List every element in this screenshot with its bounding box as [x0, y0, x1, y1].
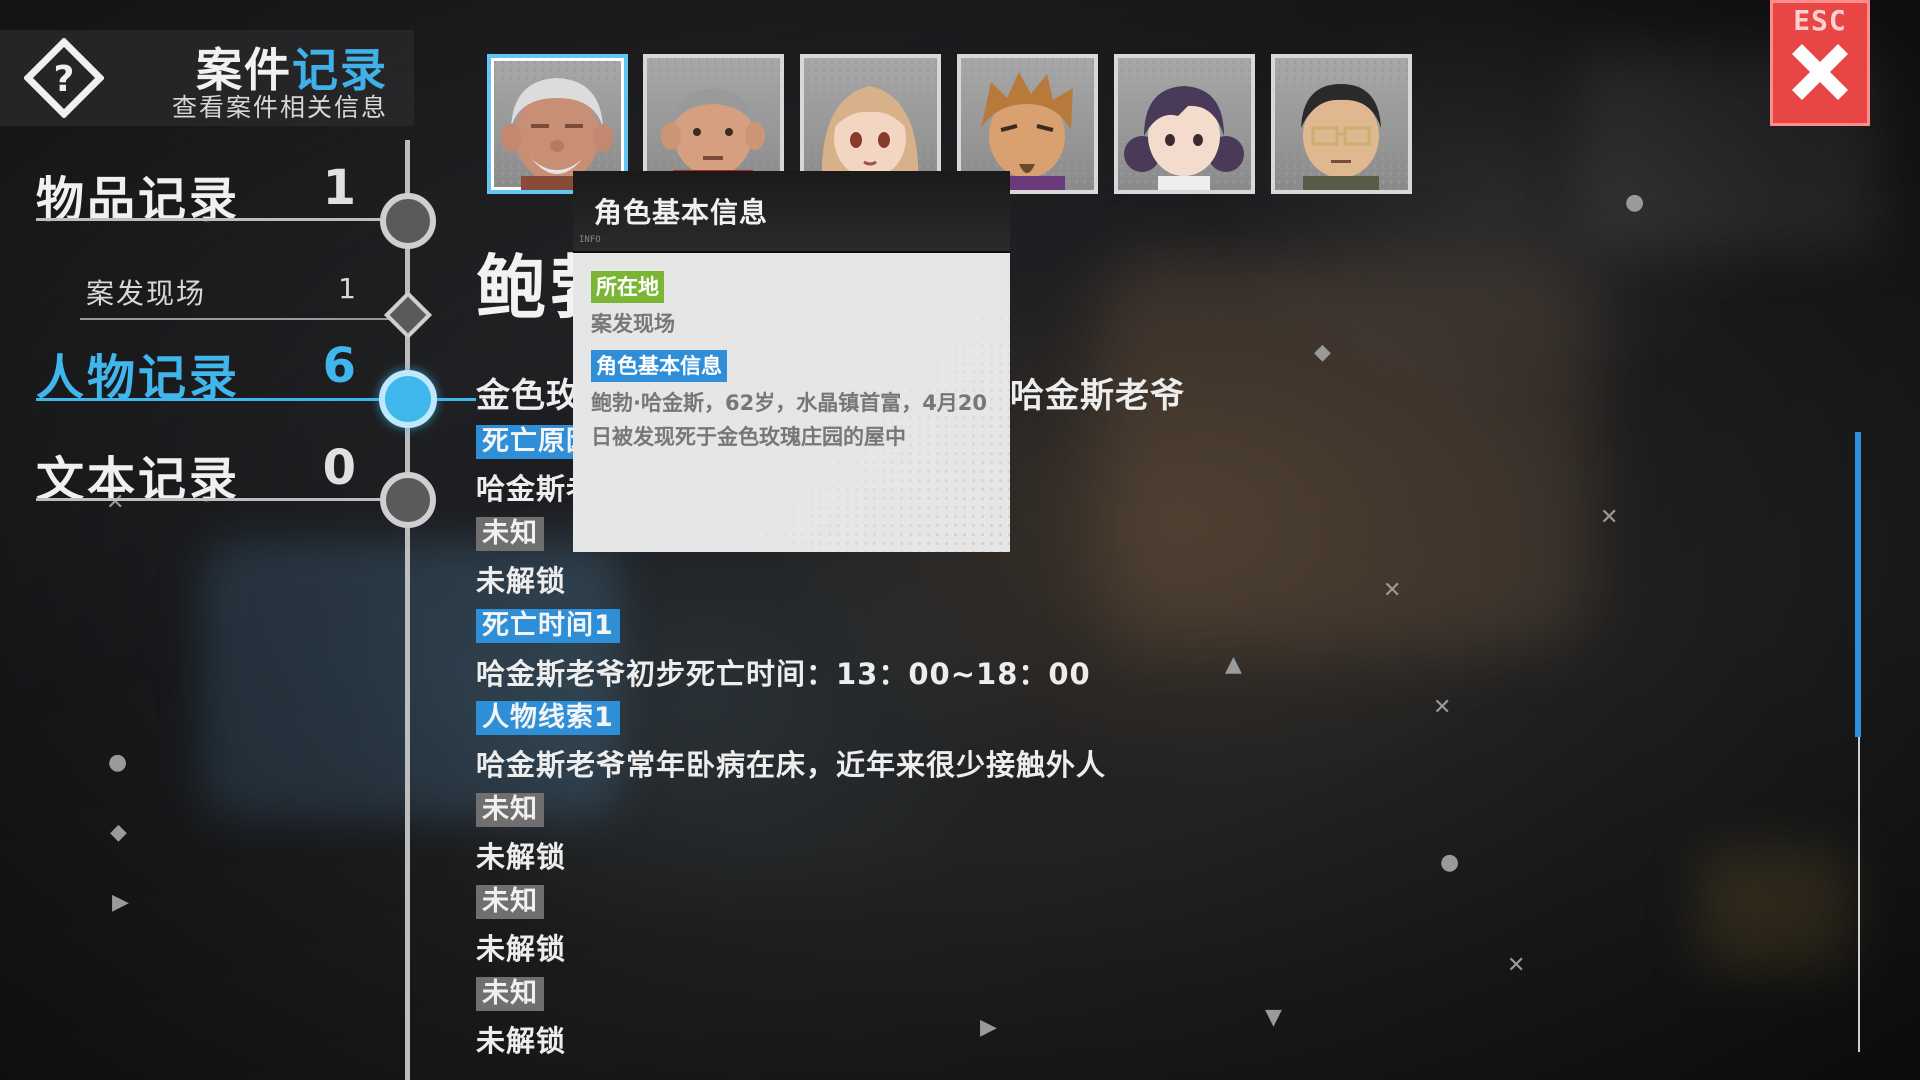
entry-tag: 未知 [476, 517, 544, 551]
nav-node-texts[interactable] [380, 472, 436, 528]
portrait-purple-hair-woman[interactable] [1114, 54, 1255, 194]
tooltip-basic-text: 鲍勃·哈金斯，62岁，水晶镇首富，4月20日被发现死于金色玫瑰庄园的屋中 [591, 391, 988, 449]
entry-tag: 未知 [476, 793, 544, 827]
case-record-header: ? 案件记录 查看案件相关信息 [0, 30, 414, 126]
entry-text: 未解锁 [476, 932, 567, 966]
nav-item-texts[interactable]: 文本记录 0 [36, 440, 416, 508]
entry-text: 未解锁 [476, 1024, 567, 1058]
nav-timeline-line [405, 140, 410, 1080]
help-diamond-icon[interactable]: ? [24, 38, 104, 118]
tooltip-location-tag: 所在地 [591, 271, 664, 303]
nav-item-items[interactable]: 物品记录 1 [36, 160, 416, 228]
entry-text: 未解锁 [476, 840, 567, 874]
entry-tag: 未知 [476, 977, 544, 1011]
tooltip-info-label: INFO [579, 235, 601, 245]
nav-item-count: 6 [322, 338, 356, 394]
tooltip-title: 角色基本信息 [594, 196, 769, 229]
entry-tag: 死亡时间1 [476, 609, 620, 643]
scrollbar-thumb[interactable] [1855, 432, 1861, 737]
entry-tag: 人物线索1 [476, 701, 620, 735]
character-subtitle-right: 哈金斯老爷 [1010, 376, 1185, 416]
entry-text: 哈金斯老爷初步死亡时间：13：00~18：00 [476, 657, 1091, 691]
esc-label: ESC [1793, 4, 1847, 37]
man-with-glasses-portrait-icon [1301, 84, 1381, 190]
nav-item-count: 1 [322, 160, 356, 216]
tooltip-location-value: 案发现场 [591, 312, 675, 336]
entry-tag: 未知 [476, 885, 544, 919]
nav-item-characters[interactable]: 人物记录 6 [36, 338, 476, 406]
portrait-man-with-glasses[interactable] [1271, 54, 1412, 194]
nav-node-crime-scene[interactable] [383, 290, 433, 340]
nav-item-underline [36, 218, 416, 221]
close-button[interactable]: ESC [1770, 0, 1870, 126]
nav-sub-item-count: 1 [338, 272, 356, 305]
tooltip-header: 角色基本信息 INFO [573, 171, 1010, 253]
nav-sub-item-label: 案发现场 [86, 277, 207, 310]
character-subtitle-left: 金色玫 [476, 376, 581, 416]
nav-sub-item-underline [80, 318, 400, 320]
nav-node-characters[interactable] [379, 370, 437, 428]
entry-text: 哈金斯老爷常年卧病在床，近年来很少接触外人 [476, 748, 1107, 782]
nav-node-items[interactable] [380, 193, 436, 249]
header-subtitle: 查看案件相关信息 [171, 93, 388, 122]
character-info-tooltip: 角色基本信息 INFO 所在地 案发现场 角色基本信息 鲍勃·哈金斯，62岁，水… [573, 171, 1010, 552]
svg-text:?: ? [54, 59, 75, 100]
purple-hair-woman-portrait-icon [1124, 86, 1244, 190]
entry-text: 未解锁 [476, 564, 567, 598]
close-x-icon [1792, 44, 1848, 100]
nav-item-count: 0 [322, 440, 356, 496]
nav-item-underline [36, 498, 416, 501]
nav-sub-item-crime-scene[interactable]: 案发现场 1 [80, 272, 400, 320]
tooltip-basic-tag: 角色基本信息 [591, 350, 727, 382]
